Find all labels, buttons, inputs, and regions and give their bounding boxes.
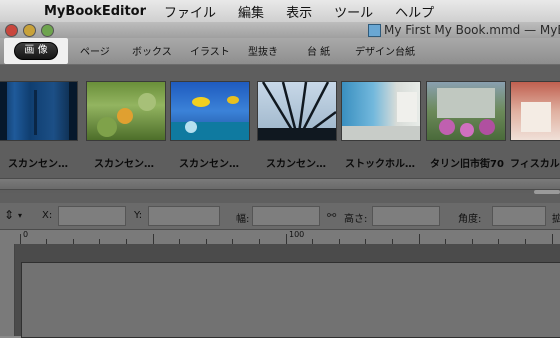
menu-tools[interactable]: ツール <box>334 2 373 21</box>
thumbnail-caption: タリン旧市街70 <box>430 159 504 170</box>
image-thumbnail[interactable] <box>86 81 166 141</box>
library-scroll-track[interactable] <box>0 178 560 190</box>
window-titlebar[interactable]: My First My Book.mmd — MyBo <box>0 22 560 38</box>
width-label: 幅: <box>236 214 250 225</box>
image-library: スカンセン… スカンセン… スカンセン… スカンセン… ストックホル… タリン旧… <box>0 65 560 193</box>
image-thumbnail[interactable] <box>257 81 337 142</box>
app-menu[interactable]: MyBookEditor <box>44 4 146 19</box>
anchor-point-icon[interactable]: ⇕ <box>4 208 14 222</box>
zoom-button[interactable] <box>41 24 54 37</box>
thumbnail-caption: スカンセン… <box>179 159 239 170</box>
thumbnail-caption: フィスカル <box>510 159 560 170</box>
vertical-ruler <box>0 244 15 336</box>
ruler-label: 0 <box>23 230 29 239</box>
image-thumbnail[interactable] <box>170 81 250 141</box>
menu-file[interactable]: ファイル <box>164 2 216 21</box>
thumbnail-caption: スカンセン… <box>8 159 68 170</box>
link-icon[interactable]: ⚯ <box>327 209 336 222</box>
menu-view[interactable]: 表示 <box>286 2 312 21</box>
inspector-bar: ⇕ ▾ X: Y: 幅: ⚯ 高さ: 角度: 拡 <box>0 203 560 230</box>
tab-bar: 画 像 ページ ボックス イラスト 型抜き 台 紙 デザイン台紙 <box>0 38 560 65</box>
library-scrollbar-thumb[interactable] <box>534 190 560 194</box>
tab-pages[interactable]: ページ <box>80 43 110 58</box>
tab-design-mount[interactable]: デザイン台紙 <box>355 43 415 58</box>
tab-images[interactable]: 画 像 <box>14 42 58 60</box>
height-field[interactable] <box>372 206 440 226</box>
y-label: Y: <box>134 210 143 221</box>
angle-field[interactable] <box>492 206 546 226</box>
tab-die-cut[interactable]: 型抜き <box>248 43 278 58</box>
image-thumbnail[interactable] <box>341 81 421 141</box>
scale-label: 拡 <box>552 214 560 225</box>
chevron-down-icon[interactable]: ▾ <box>18 211 22 220</box>
image-thumbnail[interactable] <box>510 81 560 141</box>
horizontal-ruler: 0 100 <box>0 230 560 245</box>
thumbnail-caption: ストックホル… <box>345 159 415 170</box>
tab-images-wrap: 画 像 <box>4 38 68 64</box>
window-controls <box>5 24 54 37</box>
width-field[interactable] <box>252 206 320 226</box>
minimize-button[interactable] <box>23 24 36 37</box>
close-button[interactable] <box>5 24 18 37</box>
thumbnail-caption: スカンセン… <box>266 159 326 170</box>
x-label: X: <box>42 210 53 221</box>
tab-mount[interactable]: 台 紙 <box>307 43 330 58</box>
menu-help[interactable]: ヘルプ <box>395 2 434 21</box>
image-thumbnail[interactable] <box>426 81 506 141</box>
document-icon[interactable] <box>368 24 381 37</box>
ruler-label: 100 <box>289 230 305 239</box>
editor-window: My First My Book.mmd — MyBo 画 像 ページ ボックス… <box>0 22 560 338</box>
height-label: 高さ: <box>344 214 368 225</box>
image-thumbnail[interactable] <box>0 81 78 141</box>
thumbnail-caption: スカンセン… <box>94 159 154 170</box>
y-field[interactable] <box>148 206 220 226</box>
window-title: My First My Book.mmd — MyBo <box>384 23 560 37</box>
tab-boxes[interactable]: ボックス <box>132 43 172 58</box>
tab-illustrations[interactable]: イラスト <box>190 43 230 58</box>
page-canvas[interactable] <box>15 244 560 338</box>
x-field[interactable] <box>58 206 126 226</box>
menu-bar: MyBookEditor ファイル 編集 表示 ツール ヘルプ <box>0 0 560 23</box>
angle-label: 角度: <box>458 214 482 225</box>
menu-edit[interactable]: 編集 <box>238 2 264 21</box>
page-sheet[interactable] <box>21 262 560 338</box>
